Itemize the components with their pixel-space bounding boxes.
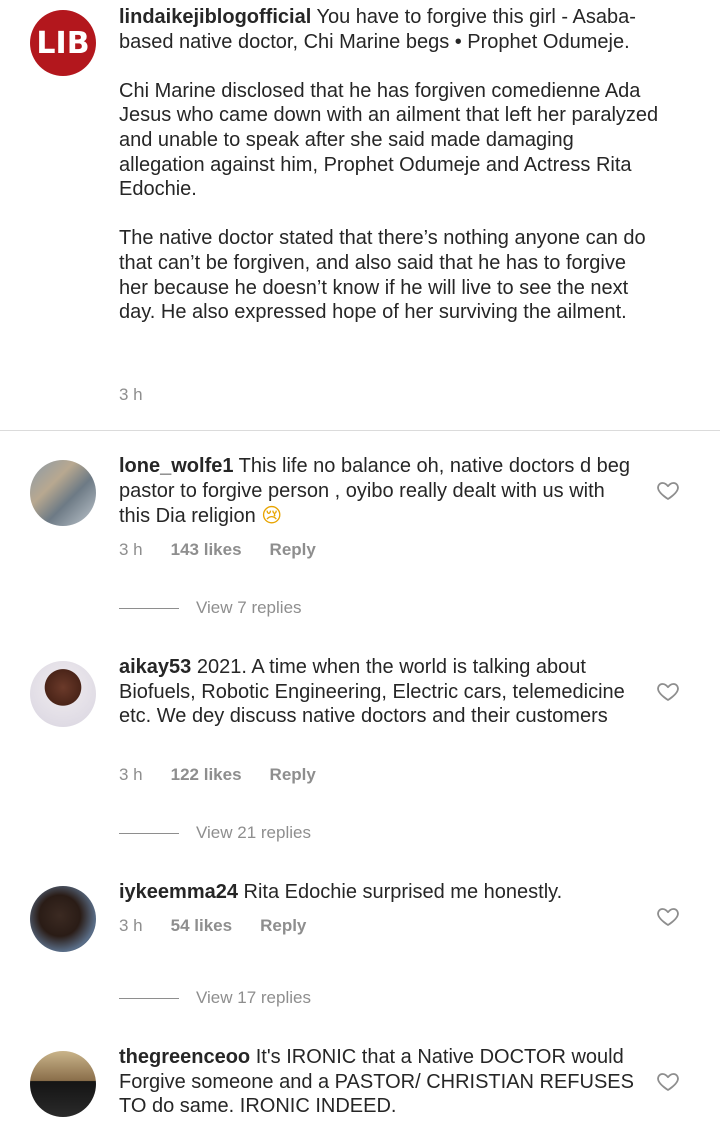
comment-body: Rita Edochie surprised me honestly.: [237, 881, 563, 903]
comment-meta: 3 h 143 likes Reply: [119, 540, 316, 560]
reply-button[interactable]: Reply: [270, 765, 316, 785]
heart-outline-icon[interactable]: [656, 1069, 680, 1093]
replies-line: [119, 607, 179, 609]
caption-username[interactable]: lindaikejiblogofficial: [119, 6, 311, 28]
view-replies-label: View 7 replies: [196, 598, 302, 617]
commenter-avatar[interactable]: [30, 886, 96, 952]
replies-line: [119, 832, 179, 834]
comment-username[interactable]: aikay53: [119, 656, 191, 678]
comment-text: thegreenceoo It's IRONIC that a Native D…: [119, 1045, 634, 1119]
comment-username[interactable]: lone_wolfe1: [119, 455, 233, 477]
reply-button[interactable]: Reply: [260, 916, 306, 936]
view-replies-button[interactable]: View 21 replies: [119, 823, 311, 843]
caption-timestamp: 3 h: [119, 385, 143, 404]
heart-outline-icon[interactable]: [656, 478, 680, 502]
caption-divider: [0, 430, 720, 431]
reply-button[interactable]: Reply: [270, 540, 316, 560]
comment-timestamp: 3 h: [119, 765, 143, 784]
commenter-avatar[interactable]: [30, 460, 96, 526]
view-replies-button[interactable]: View 17 replies: [119, 988, 311, 1008]
view-replies-label: View 17 replies: [196, 988, 311, 1007]
likes-count[interactable]: 143 likes: [171, 540, 242, 560]
replies-line: [119, 997, 179, 999]
view-replies-label: View 21 replies: [196, 823, 311, 842]
heart-outline-icon[interactable]: [656, 904, 680, 928]
comment-username[interactable]: thegreenceoo: [119, 1046, 250, 1068]
comment-body: 2021. A time when the world is talking a…: [119, 656, 625, 728]
likes-count[interactable]: 54 likes: [171, 916, 232, 936]
comment-timestamp: 3 h: [119, 540, 143, 559]
caption-body: You have to forgive this girl - Asaba-ba…: [119, 6, 659, 324]
crying-face-icon: 😢: [261, 503, 283, 528]
comment-timestamp: 3 h: [119, 916, 143, 935]
commenter-avatar[interactable]: [30, 661, 96, 727]
comment-meta: 3 h 122 likes Reply: [119, 765, 316, 785]
account-avatar[interactable]: LIB: [30, 10, 96, 76]
comment-text: lone_wolfe1 This life no balance oh, nat…: [119, 454, 634, 529]
commenter-avatar[interactable]: [30, 1051, 96, 1117]
heart-outline-icon[interactable]: [656, 679, 680, 703]
comment-username[interactable]: iykeemma24: [119, 881, 238, 903]
comment-text: iykeemma24 Rita Edochie surprised me hon…: [119, 880, 634, 905]
view-replies-button[interactable]: View 7 replies: [119, 598, 302, 618]
comment-meta: 3 h 54 likes Reply: [119, 916, 306, 936]
logo-text: LIB: [36, 25, 90, 61]
caption-text: lindaikejiblogofficial You have to forgi…: [119, 5, 659, 325]
comment-text: aikay53 2021. A time when the world is t…: [119, 655, 634, 729]
likes-count[interactable]: 122 likes: [171, 765, 242, 785]
